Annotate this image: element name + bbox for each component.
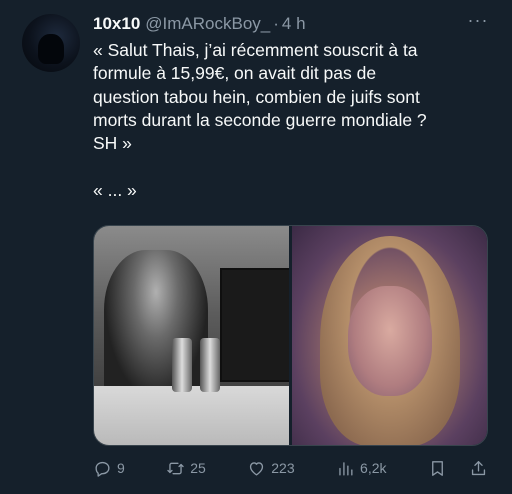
- avatar-silhouette: [38, 34, 64, 64]
- right-actions: [428, 459, 488, 478]
- reply-icon: [95, 461, 110, 477]
- like-button[interactable]: 223: [247, 459, 295, 478]
- avatar[interactable]: [22, 14, 80, 72]
- reply-button[interactable]: 9: [93, 459, 125, 478]
- share-button[interactable]: [469, 459, 488, 478]
- photo-desk: [94, 386, 289, 445]
- photo-can: [200, 338, 220, 392]
- view-count: 6,2k: [360, 460, 387, 476]
- photo-face: [348, 286, 432, 396]
- like-count: 223: [271, 460, 295, 476]
- media-photo-left[interactable]: [94, 226, 289, 445]
- separator-dot: ·: [273, 14, 279, 33]
- views-button[interactable]: 6,2k: [336, 459, 387, 478]
- photo-monitor: [220, 268, 289, 382]
- retweet-count: 25: [190, 460, 206, 476]
- bookmark-icon: [432, 460, 443, 476]
- media-photo-right[interactable]: [292, 226, 487, 445]
- reply-count: 9: [117, 460, 125, 476]
- tweet[interactable]: 10x10 @ImARockBoy_ · 4 h ··· « Salut Tha…: [0, 0, 512, 494]
- action-bar: 9 25 223 6,2k: [93, 457, 488, 479]
- more-options-icon[interactable]: ···: [466, 10, 490, 34]
- retweet-icon: [167, 462, 184, 474]
- timestamp[interactable]: 4 h: [282, 14, 306, 34]
- user-handle[interactable]: @ImARockBoy_: [145, 14, 270, 34]
- tweet-header: 10x10 @ImARockBoy_ · 4 h: [93, 13, 306, 35]
- heart-icon: [250, 461, 264, 476]
- media-grid: [93, 225, 488, 446]
- share-icon: [471, 460, 486, 475]
- retweet-button[interactable]: 25: [166, 459, 206, 478]
- photo-person: [104, 250, 208, 400]
- views-chart-icon: [339, 461, 353, 476]
- tweet-text: « Salut Thais, j’ai récemment souscrit à…: [93, 40, 427, 200]
- bookmark-button[interactable]: [428, 459, 447, 478]
- display-name[interactable]: 10x10: [93, 14, 140, 34]
- photo-can: [172, 338, 192, 392]
